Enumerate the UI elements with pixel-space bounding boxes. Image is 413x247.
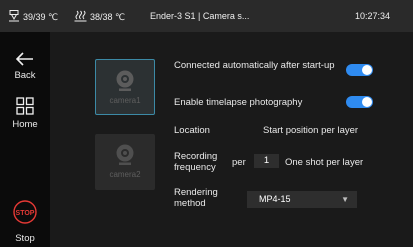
stop-label: Stop xyxy=(15,233,35,244)
grid-icon xyxy=(16,97,34,118)
back-button[interactable]: Back xyxy=(0,52,50,81)
location-value[interactable]: Start position per layer xyxy=(263,125,358,136)
frequency-label: Recording frequency xyxy=(174,151,217,173)
camera1-card[interactable]: camera1 xyxy=(95,59,155,115)
nozzle-temp-indicator: 39/39 ℃ xyxy=(8,10,58,24)
camera-icon xyxy=(115,144,135,168)
frequency-label-line1: Recording xyxy=(174,151,218,162)
location-label: Location xyxy=(174,125,210,136)
timelapse-toggle[interactable] xyxy=(346,96,373,108)
render-method-value: MP4-15 xyxy=(259,194,291,204)
render-label-line2: method xyxy=(174,198,206,209)
arrow-left-icon xyxy=(15,52,34,69)
stop-icon: STOP xyxy=(13,200,37,227)
bed-temp-indicator: 38/38 ℃ xyxy=(74,10,125,24)
frequency-input[interactable]: 1 xyxy=(254,154,279,168)
stop-icon-text: STOP xyxy=(16,210,35,217)
nozzle-temp-text: 39/39 ℃ xyxy=(23,11,59,22)
render-label-line1: Rendering xyxy=(174,187,218,198)
nozzle-icon xyxy=(8,10,20,24)
sidebar: Back Home STOP Stop xyxy=(0,32,50,247)
stop-button[interactable]: STOP Stop xyxy=(0,200,50,244)
back-label: Back xyxy=(14,70,36,81)
camera2-label: camera2 xyxy=(109,170,141,179)
auto-connect-toggle[interactable] xyxy=(346,64,373,76)
frequency-prefix: per xyxy=(232,157,246,168)
render-method-select[interactable]: MP4-15 ▼ xyxy=(247,191,357,208)
heated-bed-icon xyxy=(74,10,87,24)
frequency-suffix: One shot per layer xyxy=(285,157,364,168)
clock: 10:27:34 xyxy=(355,11,391,21)
frequency-label-line2: frequency xyxy=(174,162,216,173)
window-title: Ender-3 S1 | Camera s... xyxy=(150,11,250,21)
caret-down-icon: ▼ xyxy=(341,195,349,204)
camera1-label: camera1 xyxy=(109,96,141,105)
home-button[interactable]: Home xyxy=(0,97,50,130)
home-label: Home xyxy=(12,119,38,130)
camera-icon xyxy=(115,70,135,94)
bed-temp-text: 38/38 ℃ xyxy=(90,11,126,22)
auto-connect-label: Connected automatically after start-up xyxy=(174,60,335,71)
camera-settings-panel: camera1 camera2 Connected automatically … xyxy=(50,32,413,247)
render-label: Rendering method xyxy=(174,187,218,209)
camera2-card[interactable]: camera2 xyxy=(95,134,155,190)
timelapse-label: Enable timelapse photography xyxy=(174,97,303,108)
status-bar: 39/39 ℃ 38/38 ℃ Ender-3 S1 | Camera s...… xyxy=(0,0,413,32)
